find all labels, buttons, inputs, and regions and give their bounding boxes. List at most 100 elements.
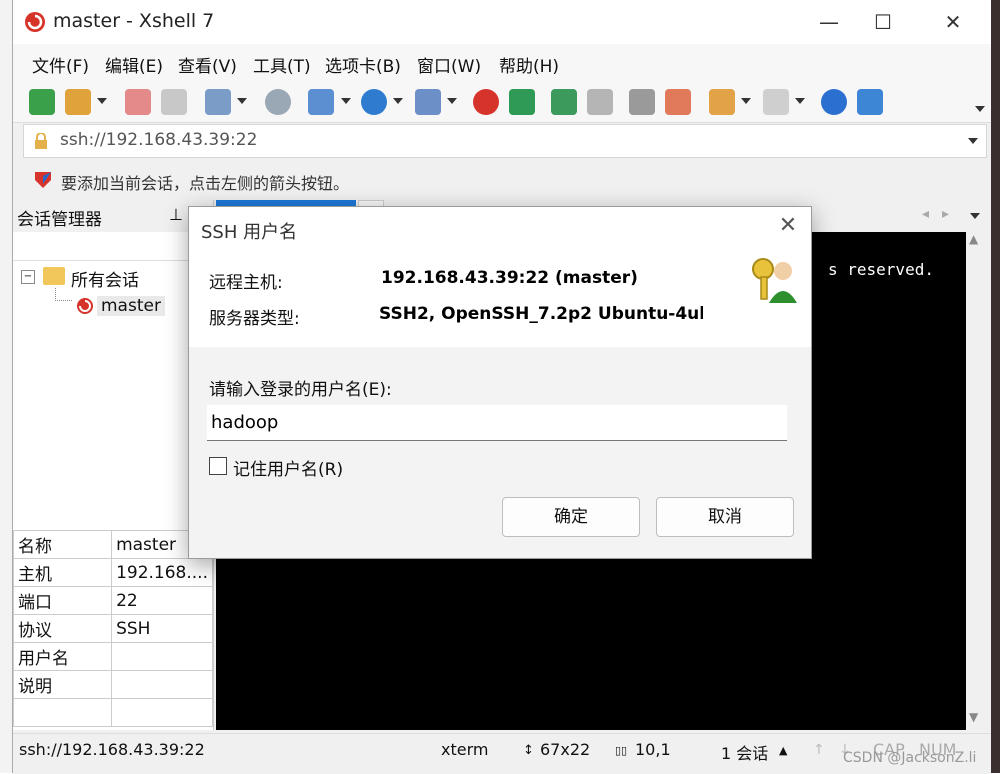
xshell-logo-icon	[25, 12, 45, 32]
toolbar-overflow-icon[interactable]	[975, 106, 985, 112]
add-session-arrow-icon[interactable]	[33, 170, 53, 190]
server-type-value: SSH2, OpenSSH_7.2p2 Ubuntu-4ubu	[379, 304, 703, 324]
reconnect-icon[interactable]	[125, 89, 151, 115]
cancel-button[interactable]: 取消	[656, 497, 794, 537]
menu-tools[interactable]: 工具(T)	[253, 52, 311, 77]
property-value: SSH	[111, 614, 213, 643]
username-input[interactable]	[207, 405, 787, 441]
chevron-down-icon[interactable]	[97, 98, 107, 104]
chevron-down-icon[interactable]	[237, 98, 247, 104]
hint-text: 要添加当前会话，点击左侧的箭头按钮。	[61, 174, 350, 193]
table-row	[12, 698, 213, 727]
property-value: 22	[111, 586, 213, 615]
cursor-icon: ▯▯	[615, 744, 628, 757]
arrow-up-icon: ↑	[813, 742, 825, 758]
sessions-up-icon[interactable]: ▲	[779, 744, 787, 757]
session-properties-table: 名称 master 主机 192.168.... 端口 22 协议 SSH 用户…	[12, 530, 213, 727]
property-key: 说明	[12, 670, 113, 699]
ssh-username-dialog: SSH 用户名 ✕ 远程主机: 192.168.43.39:22 (master…	[188, 206, 812, 559]
globe-icon[interactable]	[361, 89, 387, 115]
address-bar[interactable]: ssh://192.168.43.39:22	[23, 124, 987, 158]
open-folder-icon[interactable]	[65, 89, 91, 115]
address-dropdown-icon[interactable]	[968, 138, 978, 144]
xshell-icon[interactable]	[473, 89, 499, 115]
maximize-button[interactable]: ☐	[861, 6, 905, 38]
menu-view[interactable]: 查看(V)	[178, 52, 237, 77]
transfer-icon[interactable]	[308, 89, 334, 115]
property-value	[111, 642, 213, 671]
tree-collapse-icon[interactable]: −	[21, 270, 35, 284]
session-filter[interactable]	[13, 234, 213, 261]
property-value	[111, 698, 213, 727]
ok-button[interactable]: 确定	[502, 497, 640, 537]
chevron-down-icon[interactable]	[393, 98, 403, 104]
tree-root-all-sessions[interactable]: 所有会话	[71, 266, 139, 291]
toolbar	[13, 82, 991, 123]
chevron-down-icon[interactable]	[341, 98, 351, 104]
scroll-down-icon[interactable]: ▼	[969, 710, 978, 724]
minimize-button[interactable]: —	[807, 6, 851, 38]
property-key: 协议	[12, 614, 113, 643]
address-text[interactable]: ssh://192.168.43.39:22	[60, 130, 257, 150]
folder-icon	[43, 267, 65, 285]
property-key: 名称	[12, 530, 113, 559]
user-keys-icon	[752, 258, 797, 303]
server-type-label: 服务器类型:	[209, 309, 300, 329]
remote-host-label: 远程主机:	[209, 273, 283, 293]
tree-item-master[interactable]: master	[97, 296, 165, 316]
scroll-up-icon[interactable]: ▲	[969, 232, 978, 246]
watermark-text: CSDN @JacksonZ.li	[843, 750, 977, 766]
menu-file[interactable]: 文件(F)	[32, 52, 89, 77]
table-row: 名称 master	[12, 530, 213, 559]
disconnect-icon[interactable]	[161, 89, 187, 115]
status-size: 67x22	[540, 740, 591, 759]
status-terminal-type: xterm	[441, 740, 489, 759]
terminal-scrollbar[interactable]: ▲ ▼	[966, 232, 984, 730]
chat-icon[interactable]	[857, 89, 883, 115]
session-manager-title: 会话管理器	[17, 210, 102, 230]
property-key	[12, 698, 113, 727]
lock-icon[interactable]	[587, 89, 613, 115]
font-icon[interactable]	[415, 89, 441, 115]
close-window-button[interactable]: ✕	[931, 6, 975, 38]
property-value	[111, 670, 213, 699]
layout-icon[interactable]	[763, 89, 789, 115]
table-row: 说明	[12, 670, 213, 699]
help-icon[interactable]	[821, 89, 847, 115]
new-folder-icon[interactable]	[709, 89, 735, 115]
search-icon[interactable]	[265, 89, 291, 115]
new-session-icon[interactable]	[29, 89, 55, 115]
session-manager-header: 会话管理器 ⊥	[13, 200, 213, 232]
tab-scroll-right-icon[interactable]: ▸	[942, 206, 949, 222]
pin-icon[interactable]: ⊥	[169, 205, 183, 224]
menu-tabs[interactable]: 选项卡(B)	[325, 52, 401, 77]
fullscreen-icon[interactable]	[551, 89, 577, 115]
chevron-down-icon[interactable]	[795, 98, 805, 104]
tab-scroll-left-icon[interactable]: ◂	[922, 206, 929, 222]
desktop-left-strip	[0, 0, 12, 773]
menu-edit[interactable]: 编辑(E)	[105, 52, 163, 77]
remember-username-checkbox[interactable]	[209, 457, 227, 475]
chevron-down-icon[interactable]	[447, 98, 457, 104]
menu-window[interactable]: 窗口(W)	[417, 52, 481, 77]
status-bar: ssh://192.168.43.39:22 xterm ↕ 67x22 ▯▯ …	[13, 733, 991, 774]
menu-help[interactable]: 帮助(H)	[499, 52, 559, 77]
status-sessions[interactable]: 1 会话	[721, 740, 768, 764]
desktop-right-strip	[990, 0, 1000, 773]
chevron-down-icon[interactable]	[741, 98, 751, 104]
highlight-icon[interactable]	[665, 89, 691, 115]
property-key: 主机	[12, 558, 113, 587]
hint-bar: 要添加当前会话，点击左侧的箭头按钮。	[13, 162, 991, 198]
dialog-close-button[interactable]: ✕	[773, 213, 803, 238]
table-row: 协议 SSH	[12, 614, 213, 643]
title-bar: master - Xshell 7 — ☐ ✕	[13, 0, 991, 44]
xftp-icon[interactable]	[509, 89, 535, 115]
tree-connector	[55, 288, 72, 301]
properties-icon[interactable]	[205, 89, 231, 115]
tab-list-dropdown-icon[interactable]	[970, 213, 980, 219]
xshell-session-icon	[77, 298, 93, 314]
connection-info: 远程主机: 192.168.43.39:22 (master) 服务器类型: S…	[189, 247, 811, 348]
remember-username-label[interactable]: 记住用户名(R)	[233, 455, 343, 480]
keyboard-icon[interactable]	[629, 89, 655, 115]
property-key: 用户名	[12, 642, 113, 671]
